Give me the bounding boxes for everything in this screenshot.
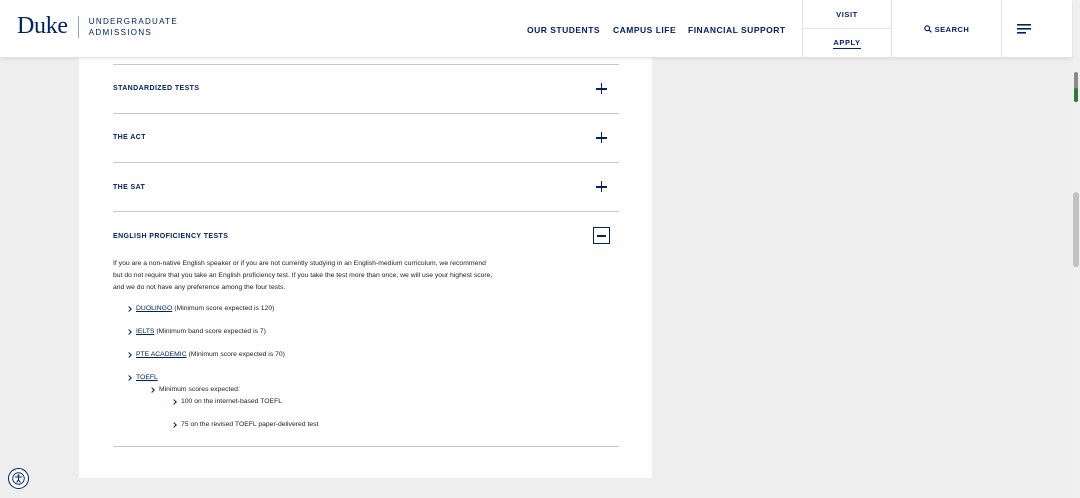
page-scrollbar[interactable] <box>1072 0 1080 498</box>
list-item-duolingo: DUOLINGO (Minimum score expected is 120) <box>126 305 275 312</box>
visit-label: VISIT <box>836 9 858 19</box>
visit-link[interactable]: VISIT <box>803 0 891 29</box>
duke-logo[interactable]: Duke UNDERGRADUATE ADMISSIONS <box>17 13 178 40</box>
intro-line: but do not require that you take an Engl… <box>113 272 493 279</box>
duolingo-link[interactable]: DUOLINGO <box>136 305 172 312</box>
plus-icon[interactable] <box>596 132 607 143</box>
menu-button[interactable] <box>1002 0 1046 58</box>
toefl-score-text: 100 on the internet-based TOEFL <box>181 398 283 405</box>
apply-link[interactable]: APPLY <box>803 29 891 58</box>
chevron-right-icon <box>149 386 155 393</box>
pte-academic-link[interactable]: PTE ACADEMIC <box>136 351 187 358</box>
content-card: STANDARDIZED TESTS THE ACT THE SAT ENGLI… <box>79 58 652 478</box>
menu-icon <box>1017 24 1031 34</box>
chevron-right-icon <box>126 351 132 358</box>
chevron-right-icon <box>171 421 177 428</box>
minus-icon[interactable] <box>593 227 610 244</box>
accessibility-button[interactable] <box>8 468 29 489</box>
nav-our-students[interactable]: OUR STUDENTS <box>527 25 600 35</box>
accordion-title: STANDARDIZED TESTS <box>113 85 200 92</box>
plus-icon[interactable] <box>596 181 607 192</box>
toefl-link[interactable]: TOEFL <box>136 374 158 381</box>
logo-wordmark: Duke <box>17 13 68 39</box>
intro-line: and we do not have any preference among … <box>113 284 286 291</box>
apply-label: APPLY <box>833 38 861 49</box>
logo-subtitle-line2: ADMISSIONS <box>88 27 153 37</box>
scrollbar-thumb[interactable] <box>1073 192 1079 267</box>
accordion-divider <box>113 64 619 65</box>
accordion-divider <box>113 446 619 447</box>
intro-line: If you are a non-native English speaker … <box>113 260 486 267</box>
search-icon <box>923 25 932 33</box>
search-label: SEARCH <box>934 24 970 34</box>
chevron-right-icon <box>171 398 177 405</box>
toefl-sub-item: Minimum scores expected: <box>149 386 240 393</box>
duolingo-note: (Minimum score expected is 120) <box>174 305 275 312</box>
list-item-ielts: IELTS (Minimum band score expected is 7) <box>126 328 266 335</box>
accordion-title: ENGLISH PROFICIENCY TESTS <box>113 233 229 240</box>
scroll-indicator-highlight <box>1074 88 1078 102</box>
accordion-title: THE SAT <box>113 184 146 191</box>
plus-icon[interactable] <box>596 83 607 94</box>
accordion-divider <box>113 211 619 212</box>
search-button[interactable]: SEARCH <box>892 0 1002 58</box>
english-proficiency-description: If you are a non-native English speaker … <box>113 258 553 294</box>
nav-financial-support[interactable]: FINANCIAL SUPPORT <box>688 25 786 35</box>
ielts-link[interactable]: IELTS <box>136 328 154 335</box>
list-item-pte-academic: PTE ACADEMIC (Minimum score expected is … <box>126 351 285 358</box>
chevron-right-icon <box>126 305 132 312</box>
toefl-score-item: 100 on the internet-based TOEFL <box>171 398 283 405</box>
toefl-sub-label: Minimum scores expected: <box>159 386 240 393</box>
nav-campus-life[interactable]: CAMPUS LIFE <box>613 25 676 35</box>
toefl-score-item: 75 on the revised TOEFL paper-delivered … <box>171 421 319 428</box>
accordion-divider <box>113 113 619 114</box>
chevron-right-icon <box>126 374 132 381</box>
accessibility-icon <box>12 472 25 485</box>
pte-academic-note: (Minimum score expected is 70) <box>188 351 285 358</box>
logo-divider <box>77 15 79 38</box>
site-header: Duke UNDERGRADUATE ADMISSIONS OUR STUDEN… <box>0 0 1072 58</box>
accordion-title: THE ACT <box>113 134 146 141</box>
accordion-divider <box>113 162 619 163</box>
visit-apply-group: VISIT APPLY <box>802 0 892 58</box>
chevron-right-icon <box>126 328 132 335</box>
ielts-note: (Minimum band score expected is 7) <box>156 328 266 335</box>
list-item-toefl: TOEFL <box>126 374 160 381</box>
logo-subtitle: UNDERGRADUATE ADMISSIONS <box>89 16 178 38</box>
toefl-score-text: 75 on the revised TOEFL paper-delivered … <box>181 421 319 428</box>
logo-subtitle-line1: UNDERGRADUATE <box>88 16 178 26</box>
